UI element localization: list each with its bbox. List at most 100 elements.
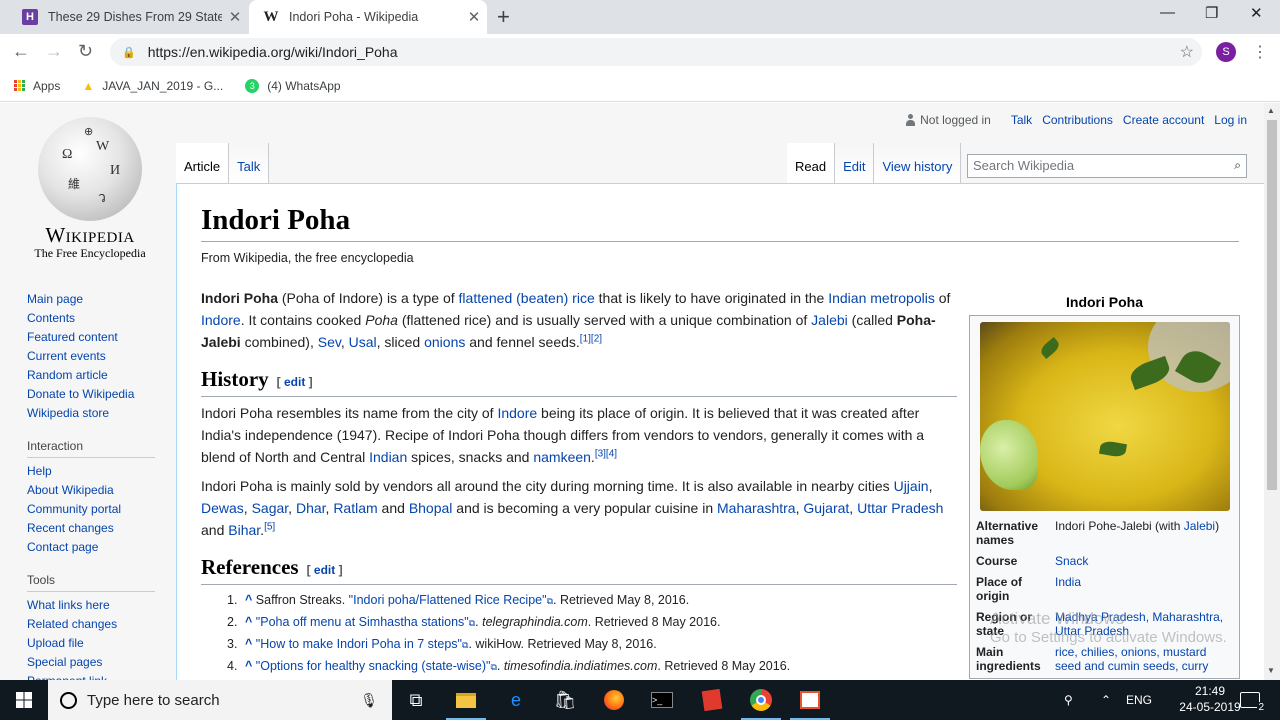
- wikipedia-logo[interactable]: Ω W И 維 ว ⊕ Wikipedia The Free Encyclope…: [28, 117, 152, 261]
- edit-section-link[interactable]: edit: [284, 375, 305, 389]
- microphone-icon[interactable]: 🎙: [360, 692, 378, 709]
- address-bar[interactable]: 🔒 https://en.wikipedia.org/wiki/Indori_P…: [110, 38, 1202, 66]
- browser-tab-buzzfeed[interactable]: H These 29 Dishes From 29 States I ✕: [8, 0, 248, 34]
- chrome-icon[interactable]: [737, 680, 785, 720]
- page-scrollbar[interactable]: ▲ ▼: [1264, 103, 1280, 680]
- backlink-caret[interactable]: ^: [245, 637, 252, 651]
- restore-icon[interactable]: ❐: [1205, 4, 1218, 22]
- link-indore[interactable]: Indore: [201, 312, 241, 328]
- sidebar-item-contact[interactable]: Contact page: [27, 538, 157, 557]
- link-sagar[interactable]: Sagar: [252, 500, 289, 516]
- forward-icon[interactable]: →: [45, 41, 63, 62]
- notification-center-icon[interactable]: 2: [1240, 680, 1265, 720]
- taskbar-search-input[interactable]: Type here to search 🎙: [48, 680, 392, 720]
- search-icon[interactable]: ⌕: [1234, 158, 1241, 173]
- browser-tab-wikipedia[interactable]: W Indori Poha - Wikipedia ✕: [249, 0, 487, 34]
- link-ratlam[interactable]: Ratlam: [333, 500, 377, 516]
- reload-icon[interactable]: ↻: [78, 41, 93, 62]
- search-input[interactable]: Search Wikipedia ⌕: [967, 154, 1247, 178]
- sidebar-item-main-page[interactable]: Main page: [27, 290, 157, 309]
- link-snack[interactable]: Snack: [1055, 554, 1088, 568]
- close-tab-icon[interactable]: ✕: [222, 8, 248, 26]
- sidebar-item-upload-file[interactable]: Upload file: [27, 634, 157, 653]
- link-bhopal[interactable]: Bhopal: [409, 500, 453, 516]
- terminal-icon[interactable]: >_: [638, 680, 686, 720]
- tab-view-history[interactable]: View history: [874, 143, 962, 183]
- sidebar-item-recent-changes[interactable]: Recent changes: [27, 519, 157, 538]
- bookmark-apps[interactable]: Apps: [14, 79, 60, 93]
- bookmark-whatsapp[interactable]: 3 (4) WhatsApp: [245, 78, 341, 93]
- link-bihar[interactable]: Bihar: [228, 522, 260, 538]
- sidebar-item-about[interactable]: About Wikipedia: [27, 481, 157, 500]
- backlink-caret[interactable]: ^: [245, 659, 252, 673]
- link-dhar[interactable]: Dhar: [296, 500, 326, 516]
- link-ingredients[interactable]: rice, chilies, onions, mustard seed and …: [1055, 645, 1208, 673]
- backlink-caret[interactable]: ^: [245, 593, 252, 607]
- link-uttar-pradesh[interactable]: Uttar Pradesh: [857, 500, 943, 516]
- close-window-icon[interactable]: ✕: [1250, 4, 1263, 22]
- sidebar-item-contents[interactable]: Contents: [27, 309, 157, 328]
- file-explorer-icon[interactable]: [442, 680, 490, 720]
- link-maharashtra[interactable]: Maharashtra: [717, 500, 796, 516]
- reference-link[interactable]: "How to make Indori Poha in 7 steps": [256, 637, 462, 651]
- reference-link[interactable]: "Options for healthy snacking (state-wis…: [256, 659, 491, 673]
- bookmark-star-icon[interactable]: ☆: [1180, 42, 1194, 62]
- tray-overflow-icon[interactable]: ⌃: [1101, 680, 1111, 720]
- sidebar-item-featured-content[interactable]: Featured content: [27, 328, 157, 347]
- office-app-icon[interactable]: [786, 680, 834, 720]
- link-india[interactable]: India: [1055, 575, 1081, 589]
- tab-talk[interactable]: Talk: [229, 143, 270, 183]
- link-indore[interactable]: Indore: [497, 405, 537, 421]
- link-namkeen[interactable]: namkeen: [533, 449, 591, 465]
- browser-menu-icon[interactable]: ⋮: [1252, 42, 1268, 62]
- sidebar-item-permanent-link[interactable]: Permanent link: [27, 672, 157, 680]
- minimize-icon[interactable]: —: [1160, 4, 1175, 21]
- link-gujarat[interactable]: Gujarat: [803, 500, 849, 516]
- scrollbar-thumb[interactable]: [1267, 120, 1277, 490]
- sidebar-item-store[interactable]: Wikipedia store: [27, 404, 157, 423]
- reference-link[interactable]: "Indori poha/Flattened Rice Recipe": [349, 593, 547, 607]
- sidebar-item-what-links-here[interactable]: What links here: [27, 596, 157, 615]
- link-jalebi[interactable]: Jalebi: [811, 312, 848, 328]
- language-indicator[interactable]: ENG: [1126, 680, 1152, 720]
- taskbar-clock[interactable]: 21:49 24-05-2019: [1178, 683, 1242, 715]
- link-onions[interactable]: onions: [424, 334, 465, 350]
- contributions-link[interactable]: Contributions: [1042, 113, 1113, 127]
- sidebar-item-random-article[interactable]: Random article: [27, 366, 157, 385]
- scroll-up-icon[interactable]: ▲: [1267, 106, 1275, 115]
- store-icon[interactable]: 🛍: [541, 680, 589, 720]
- link-usal[interactable]: Usal: [349, 334, 377, 350]
- sidebar-item-related-changes[interactable]: Related changes: [27, 615, 157, 634]
- bookmark-java-drive[interactable]: ▲ JAVA_JAN_2019 - G...: [82, 79, 223, 93]
- link-indian[interactable]: Indian: [369, 449, 407, 465]
- link-indian-metropolis[interactable]: Indian metropolis: [828, 290, 935, 306]
- link-regions[interactable]: Madhya Pradesh, Maharashtra, Uttar Prade…: [1055, 610, 1223, 638]
- backlink-caret[interactable]: ^: [245, 615, 252, 629]
- citation-link[interactable]: [3][4]: [595, 448, 617, 459]
- firefox-icon[interactable]: [590, 680, 638, 720]
- sidebar-item-current-events[interactable]: Current events: [27, 347, 157, 366]
- talk-link[interactable]: Talk: [1011, 113, 1032, 127]
- edit-section-link[interactable]: edit: [314, 563, 335, 577]
- reference-link[interactable]: "Poha off menu at Simhastha stations": [256, 615, 469, 629]
- back-icon[interactable]: ←: [12, 41, 30, 62]
- link-ujjain[interactable]: Ujjain: [894, 478, 929, 494]
- edge-icon[interactable]: e: [492, 680, 540, 720]
- sidebar-item-community-portal[interactable]: Community portal: [27, 500, 157, 519]
- sidebar-item-help[interactable]: Help: [27, 462, 157, 481]
- sidebar-item-donate[interactable]: Donate to Wikipedia: [27, 385, 157, 404]
- tab-article[interactable]: Article: [176, 143, 230, 183]
- close-tab-icon[interactable]: ✕: [461, 8, 487, 26]
- task-view-icon[interactable]: ⧉: [392, 680, 440, 720]
- link-jalebi[interactable]: Jalebi: [1184, 519, 1215, 533]
- link-sev[interactable]: Sev: [318, 334, 341, 350]
- people-icon[interactable]: ⚲: [1064, 680, 1073, 720]
- link-dewas[interactable]: Dewas: [201, 500, 244, 516]
- acrobat-icon[interactable]: [688, 680, 736, 720]
- windows-start-icon[interactable]: [0, 680, 48, 720]
- create-account-link[interactable]: Create account: [1123, 113, 1204, 127]
- profile-avatar[interactable]: S: [1216, 42, 1236, 62]
- citation-link[interactable]: [5]: [264, 521, 275, 532]
- scroll-down-icon[interactable]: ▼: [1267, 666, 1275, 675]
- new-tab-button[interactable]: +: [497, 4, 510, 30]
